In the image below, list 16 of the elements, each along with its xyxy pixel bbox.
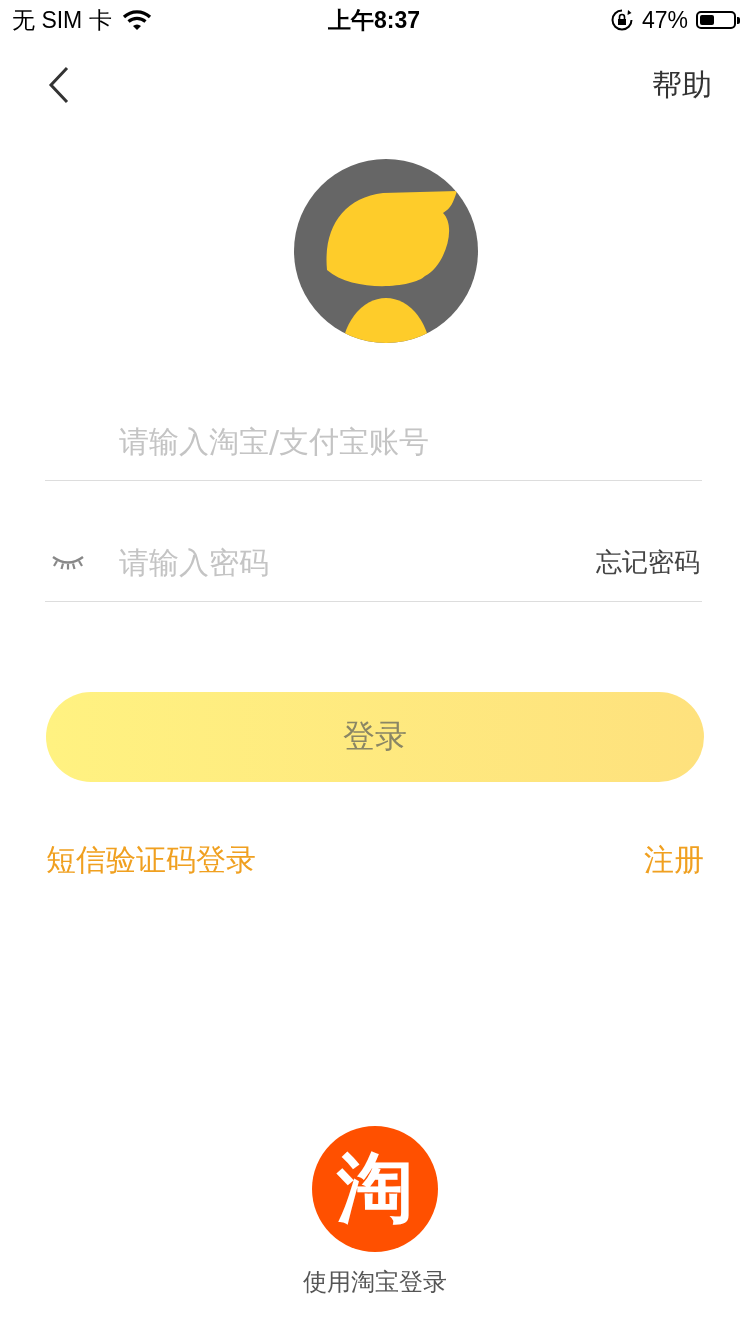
help-link[interactable]: 帮助 bbox=[652, 64, 712, 106]
account-field[interactable]: 请输入淘宝/支付宝账号 bbox=[117, 422, 702, 460]
register-link[interactable]: 注册 bbox=[644, 840, 704, 881]
carrier-text: 无 SIM 卡 bbox=[12, 5, 112, 35]
rotation-lock-icon bbox=[609, 8, 634, 32]
back-button[interactable] bbox=[48, 66, 70, 104]
sms-login-link[interactable]: 短信验证码登录 bbox=[46, 840, 256, 881]
password-field[interactable]: 请输入密码 bbox=[117, 543, 596, 581]
battery-percent: 47% bbox=[641, 6, 688, 34]
taobao-logo-button[interactable]: 淘 bbox=[312, 1126, 438, 1252]
taobao-login-label: 使用淘宝登录 bbox=[303, 1267, 447, 1298]
avatar-icon bbox=[293, 158, 479, 344]
forgot-password-link[interactable]: 忘记密码 bbox=[596, 544, 700, 580]
time-text: 上午8:37 bbox=[327, 5, 420, 35]
wifi-icon bbox=[121, 9, 152, 31]
closed-eye-icon[interactable] bbox=[51, 554, 85, 570]
